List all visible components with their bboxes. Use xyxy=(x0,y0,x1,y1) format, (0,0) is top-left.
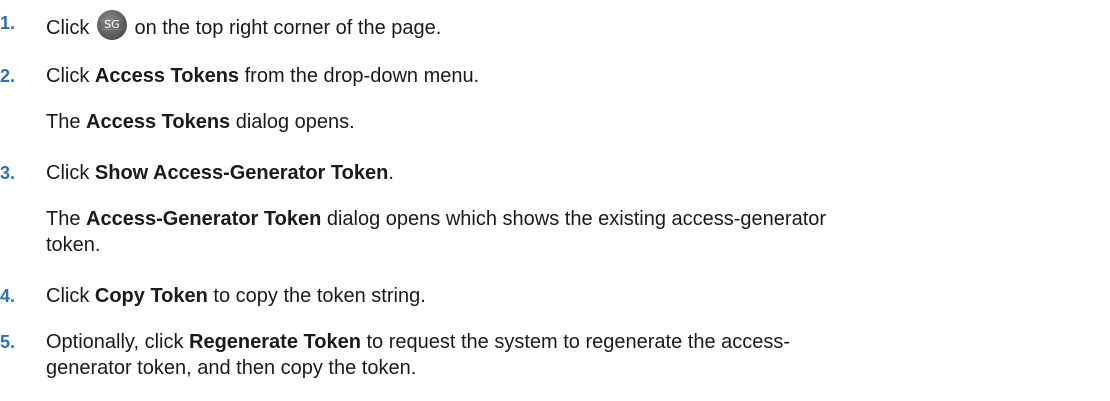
step-text-continuation: generator token, and then copy the token… xyxy=(46,357,417,379)
step-number: 3. xyxy=(0,163,16,183)
step-text-tail: to request the system to regenerate the … xyxy=(360,331,791,353)
result-text-tail: dialog opens. xyxy=(230,111,355,133)
step-3-result-line-2: token. xyxy=(46,232,1110,258)
step-text-lead: Click xyxy=(46,285,95,307)
step-text: Click Access Tokens from the drop-down m… xyxy=(46,63,1110,89)
step-text: Optionally, click Regenerate Token to re… xyxy=(46,329,1110,355)
result-text-lead: The xyxy=(46,111,87,133)
step-text: Click Copy Token to copy the token strin… xyxy=(46,283,1110,309)
step-text-tail: to copy the token string. xyxy=(207,285,426,307)
user-avatar-icon[interactable]: SG xyxy=(96,10,127,40)
ui-term: Access Tokens xyxy=(86,111,231,133)
step-3-result-line-1: The Access-Generator Token dialog opens … xyxy=(46,206,1110,232)
step-text-lead: Optionally, click xyxy=(46,331,190,353)
result-text-lead: The xyxy=(46,208,87,230)
avatar-initials: SG xyxy=(104,18,120,31)
step-text-tail: . xyxy=(388,162,394,184)
step-number: 5. xyxy=(0,332,16,352)
step-text: Click Show Access-Generator Token. xyxy=(46,160,1110,186)
step-text-lead: Click xyxy=(46,162,95,184)
step-text-tail: from the drop-down menu. xyxy=(239,65,480,87)
ui-term: Show Access-Generator Token xyxy=(94,162,389,184)
step-5-line-2: generator token, and then copy the token… xyxy=(46,355,1110,381)
result-text-continuation: token. xyxy=(46,234,101,256)
step-text-tail: on the top right corner of the page. xyxy=(128,17,442,39)
step-number: 1. xyxy=(0,13,16,33)
ui-term: Access Tokens xyxy=(94,65,240,87)
step-number: 2. xyxy=(0,66,16,86)
step-2-result: The Access Tokens dialog opens. xyxy=(46,109,1110,135)
step-text: Click SG on the top right corner of the … xyxy=(46,10,1110,41)
step-text-lead: Click xyxy=(46,17,95,39)
step-number: 4. xyxy=(0,286,16,306)
ui-term: Regenerate Token xyxy=(189,331,361,353)
ui-term: Access-Generator Token xyxy=(86,208,322,230)
step-text-lead: Click xyxy=(46,65,95,87)
ui-term: Copy Token xyxy=(94,285,208,307)
result-text-tail: dialog opens which shows the existing ac… xyxy=(321,208,827,230)
